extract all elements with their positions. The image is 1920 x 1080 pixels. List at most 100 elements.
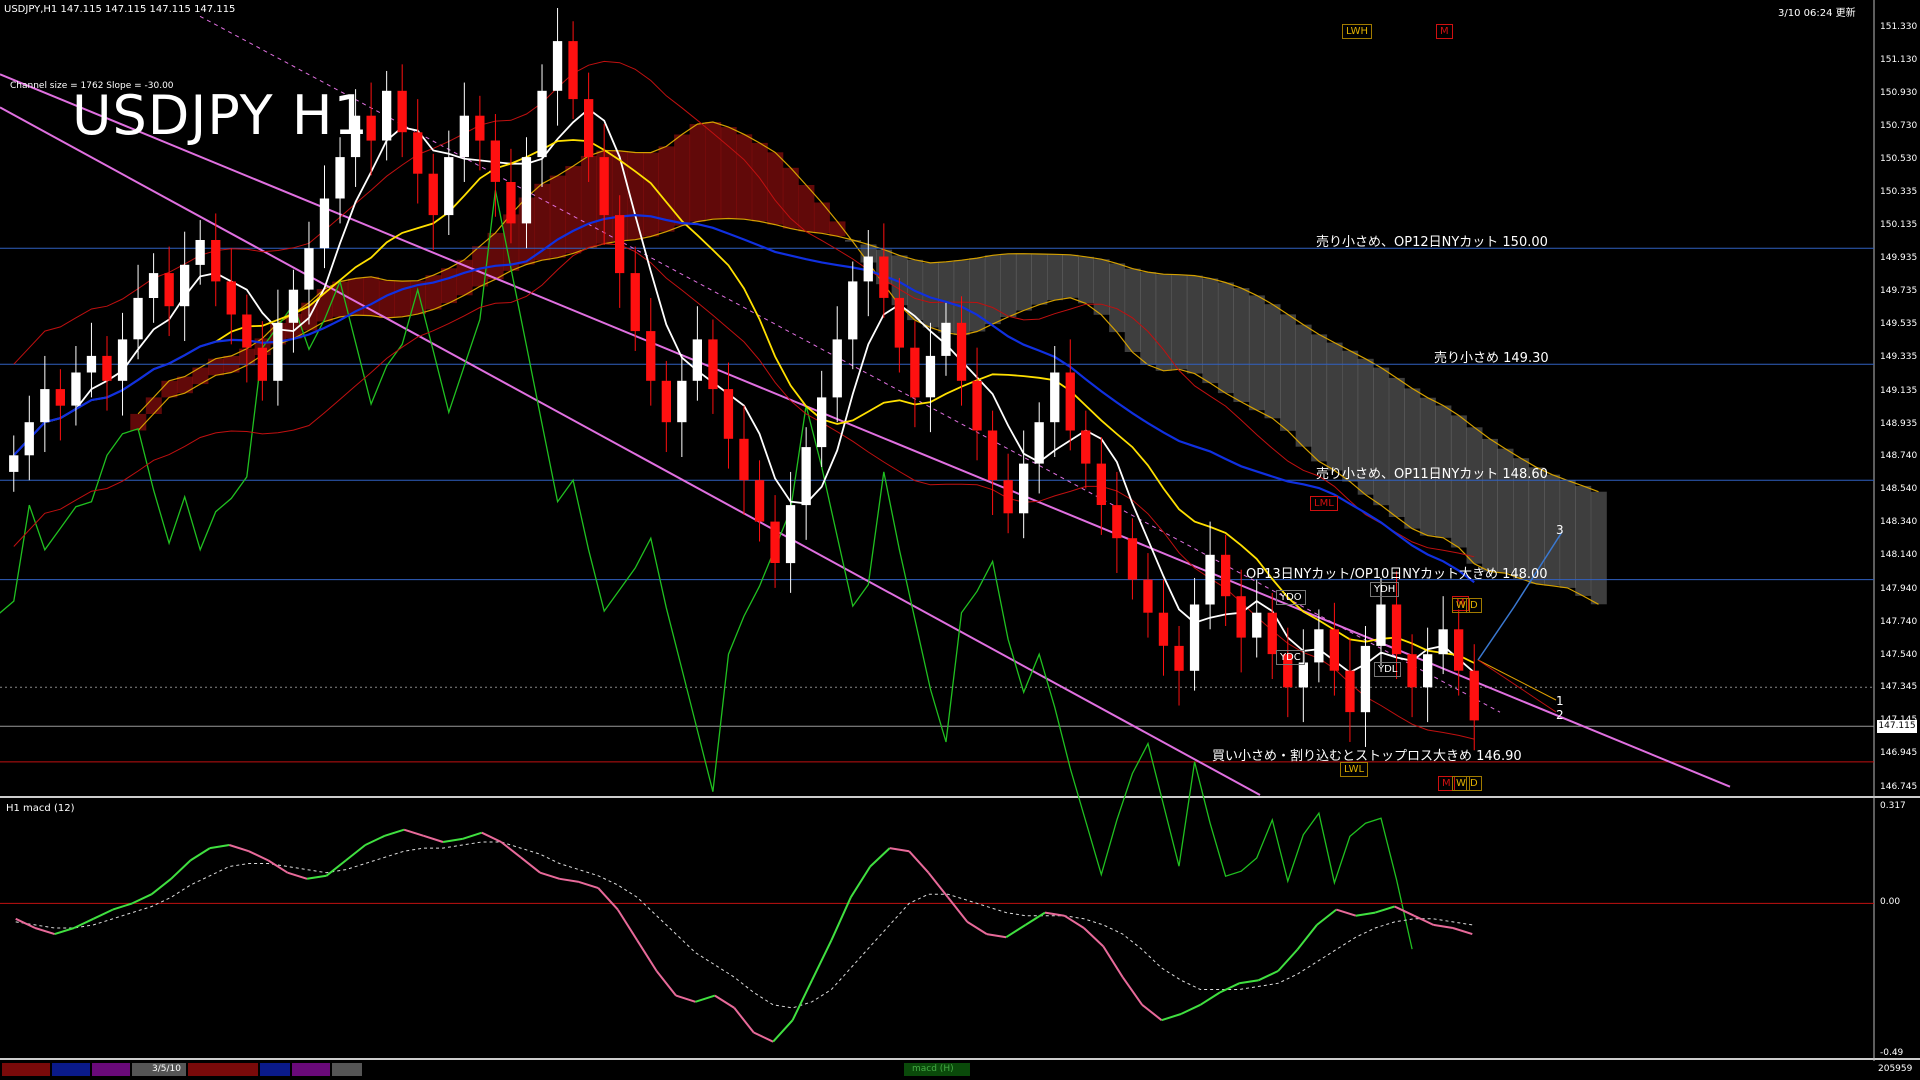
candle-body: [615, 215, 625, 274]
bar-seg[interactable]: [332, 1063, 362, 1076]
candle-body: [257, 347, 267, 381]
candle-body: [1174, 645, 1184, 671]
candle-body: [521, 157, 532, 224]
candle-body: [1252, 612, 1262, 638]
candle-body: [24, 422, 34, 456]
price-tick-label: 148.340: [1880, 517, 1918, 528]
candle-body: [397, 90, 407, 133]
price-tick-label: 150.530: [1880, 154, 1918, 165]
kumo-slice: [441, 268, 457, 304]
candle-body: [1065, 372, 1075, 431]
candle-body: [754, 480, 765, 522]
kumo-slice: [565, 166, 582, 254]
chart-tag: YDL: [1374, 662, 1402, 677]
chart-canvas[interactable]: [0, 0, 1920, 1080]
kumo-slice: [1062, 254, 1079, 298]
candle-body: [677, 380, 687, 423]
candle-body: [646, 331, 656, 381]
updated-time: 3/10 06:24 更新: [1778, 8, 1856, 19]
price-level-label: 売り小さめ、OP11日NYカット 148.60: [1316, 467, 1548, 483]
kumo-slice: [1342, 350, 1359, 482]
candle-body: [273, 322, 283, 381]
wave-label: 3: [1556, 523, 1564, 537]
price-tick-label: 151.130: [1880, 55, 1918, 66]
candle-body: [1158, 612, 1169, 646]
candle-body: [1469, 670, 1479, 721]
bottom-number: 3/5/10: [152, 1064, 181, 1074]
chart-tag: YDC: [1276, 650, 1305, 665]
candle-body: [288, 289, 299, 323]
candle-body: [817, 397, 827, 448]
price-tick-label: 147.740: [1880, 616, 1918, 627]
candle-body: [9, 455, 19, 472]
chart-tag: LML: [1310, 496, 1338, 511]
kumo-slice: [145, 397, 162, 414]
candle-body: [413, 132, 423, 174]
bar-seg[interactable]: [188, 1063, 258, 1076]
kumo-slice: [1171, 274, 1188, 370]
price-tick-label: 150.730: [1880, 121, 1918, 132]
candle-body: [584, 99, 594, 158]
candle-body: [1003, 480, 1013, 514]
bar-seg[interactable]: [2, 1063, 50, 1076]
kumo-slice: [720, 127, 737, 219]
candle-body: [630, 273, 640, 332]
chart-tag: LWL: [1340, 762, 1369, 777]
candle-body: [1096, 463, 1106, 505]
kumo-slice: [1047, 254, 1063, 301]
chart-tag: M: [1436, 24, 1453, 39]
candle-body: [661, 380, 671, 423]
kumo-slice: [1015, 253, 1032, 311]
candle-body: [723, 389, 734, 439]
kumo-slice: [1093, 259, 1110, 315]
kumo-slice: [1388, 377, 1405, 517]
candle-body: [55, 389, 65, 406]
price-tick-label: 148.140: [1880, 550, 1918, 561]
candle-body: [894, 297, 904, 348]
candle-body: [40, 389, 50, 423]
background: [0, 0, 1920, 1061]
bar-seg[interactable]: [52, 1063, 90, 1076]
price-tick-label: 146.945: [1880, 748, 1918, 759]
candle-body: [1329, 629, 1339, 671]
candle-body: [180, 264, 190, 307]
price-tick-label: 149.735: [1880, 286, 1918, 297]
candle-body: [848, 281, 858, 340]
chart-title: USDJPY H1: [72, 84, 369, 147]
bar-seg[interactable]: [292, 1063, 330, 1076]
kumo-slice: [1264, 304, 1281, 419]
kumo-slice: [1311, 334, 1328, 462]
candle-body: [428, 173, 438, 216]
kumo-slice: [969, 258, 986, 332]
kumo-slice: [176, 376, 193, 394]
candle-body: [537, 90, 547, 158]
kumo-slice: [1155, 274, 1172, 371]
candle-body: [1143, 579, 1153, 613]
kumo-slice: [705, 122, 722, 220]
candle-body: [1360, 645, 1371, 713]
candle-body: [459, 115, 469, 158]
kumo-slice: [643, 152, 659, 237]
candle-body: [1298, 662, 1308, 688]
price-tick-label: 150.335: [1880, 186, 1918, 197]
kumo-slice: [1590, 491, 1607, 605]
kumo-slice: [767, 152, 784, 225]
candle-body: [444, 157, 454, 216]
candle-body: [1438, 629, 1448, 655]
bar-seg[interactable]: [92, 1063, 130, 1076]
candle-body: [506, 182, 516, 224]
candle-body: [304, 248, 314, 290]
price-tick-label: 147.940: [1880, 583, 1918, 594]
kumo-slice: [332, 281, 349, 317]
kumo-slice: [161, 380, 178, 398]
bar-seg[interactable]: [260, 1063, 290, 1076]
candle-body: [1345, 670, 1355, 713]
bottom-bar: 3/5/10 macd (H) 205959: [0, 1061, 1920, 1080]
bottom-right-value: 205959: [1878, 1064, 1913, 1074]
candle-body: [1267, 612, 1277, 655]
kumo-slice: [984, 255, 1001, 325]
price-tick-label: 148.540: [1880, 484, 1918, 495]
kumo-slice: [1000, 253, 1017, 317]
kumo-slice: [1404, 388, 1421, 529]
kumo-slice: [1031, 254, 1048, 305]
